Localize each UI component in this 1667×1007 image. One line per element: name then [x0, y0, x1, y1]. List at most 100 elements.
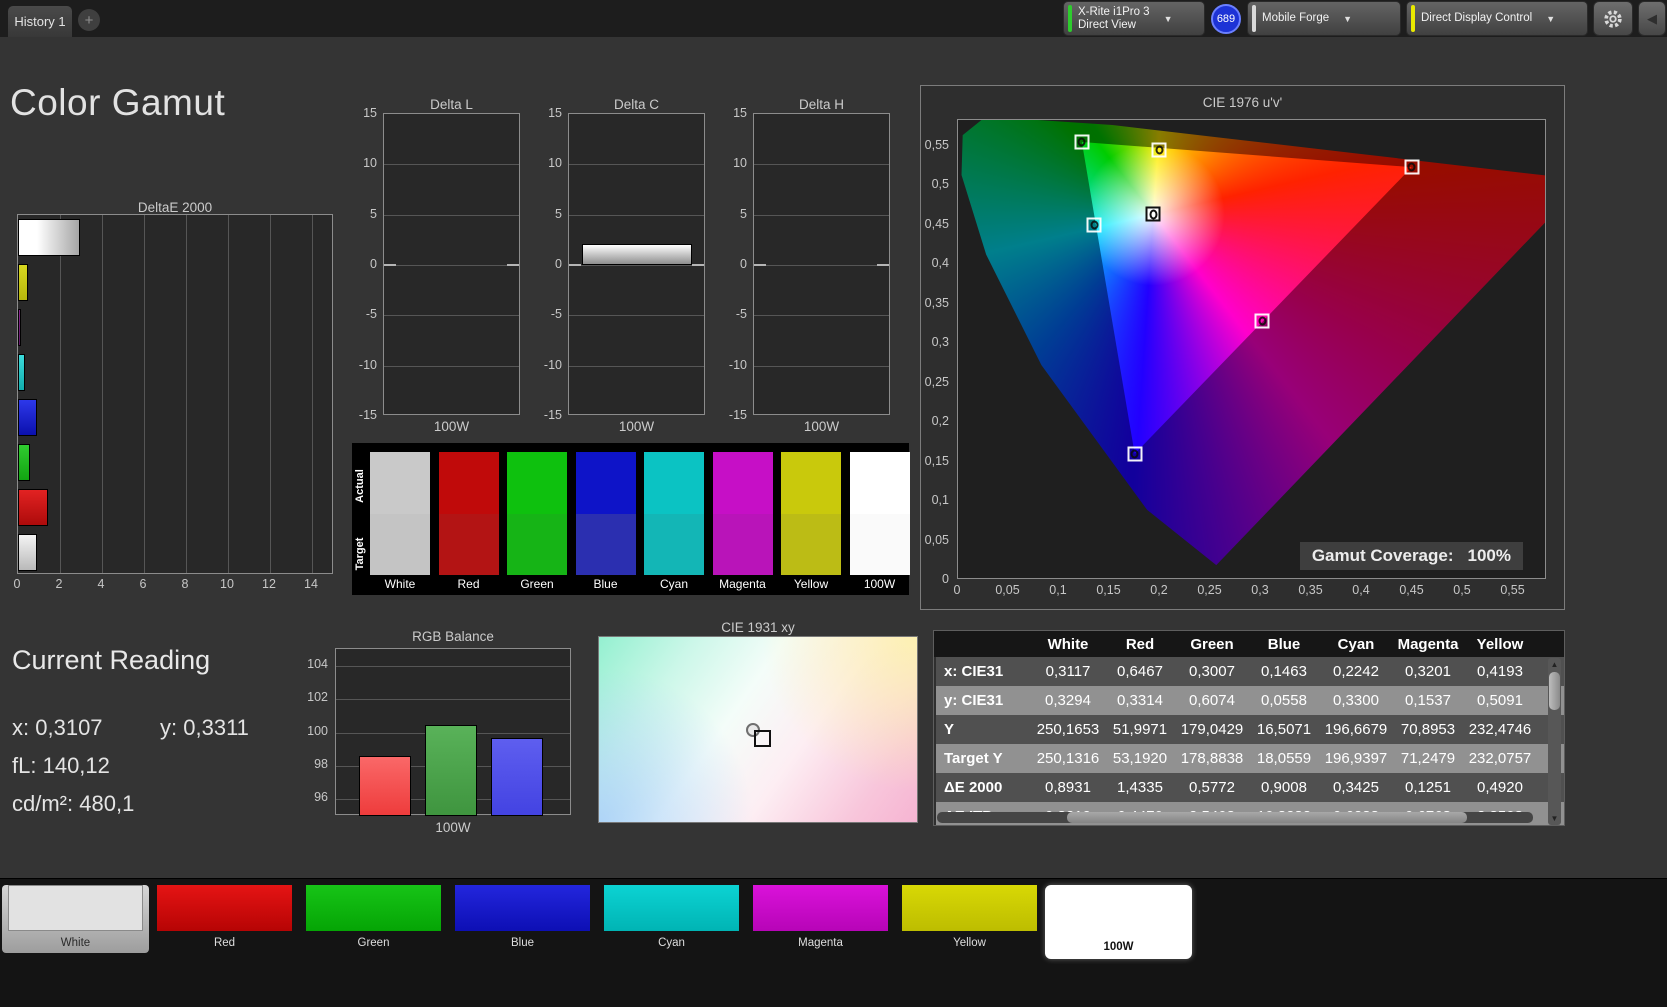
table-cell: 0,3425 [1333, 779, 1379, 796]
swatch-target [507, 513, 567, 575]
swatch-blue [575, 452, 636, 575]
deltae-chart [17, 214, 333, 574]
deltae-x-tick: 10 [220, 577, 234, 591]
swatch-actual [781, 452, 841, 514]
uv-x-tick: 0,45 [1399, 583, 1424, 597]
cie-1976-title: CIE 1976 u'v' [1202, 95, 1283, 110]
white-point-target-marker [754, 730, 771, 747]
swatch-actual [644, 452, 704, 514]
delta-y-tick: 15 [733, 106, 747, 120]
pattern-button-100w[interactable]: 100W [1045, 885, 1192, 959]
marker-dot [1077, 137, 1086, 147]
delta-y-tick: -10 [358, 357, 377, 372]
source-dropdown[interactable]: Mobile Forge ▼ [1248, 2, 1400, 35]
table-cell: 0,4920 [1477, 779, 1523, 796]
uv-y-tick: 0,15 [924, 453, 949, 468]
scroll-up-icon[interactable]: ▲ [1548, 660, 1561, 669]
reading-fl: fL: 140,12 [12, 753, 110, 778]
delta-gridline [754, 365, 889, 367]
cie-1931-plot [598, 636, 918, 823]
delta-y-tick: -5 [365, 307, 377, 322]
table-cell: 250,1316 [1036, 750, 1100, 767]
display-control-dropdown[interactable]: Direct Display Control ▼ [1407, 2, 1587, 35]
delta-y-tick: 10 [548, 156, 562, 171]
delta-y-tick: -10 [728, 357, 747, 372]
add-tab-button[interactable]: + [78, 9, 100, 31]
display-status-stripe [1411, 5, 1415, 32]
deltae-bar-100w [18, 219, 80, 256]
delta-h-title: Delta H [798, 97, 844, 112]
rgb-y-tick: 104 [307, 656, 328, 671]
horizontal-scroll-thumb[interactable] [1067, 812, 1467, 823]
swatch-green [507, 452, 567, 575]
delta-l-y-axis: 15 10 5 0 -5 -10 -15 [358, 106, 380, 422]
gamut-coverage-readout: Gamut Coverage: 100% [1299, 542, 1523, 570]
table-cell: 232,0757 [1468, 750, 1532, 767]
meter-name: X-Rite i1Pro 3 [1078, 5, 1150, 18]
source-name: Mobile Forge [1262, 12, 1330, 24]
reading-count-badge[interactable]: 689 [1211, 3, 1241, 34]
delta-y-tick: 0 [555, 256, 562, 271]
uv-y-tick: 0,55 [924, 138, 949, 152]
table-cell: 0,3314 [1117, 692, 1163, 709]
swatch-yellow [781, 452, 841, 575]
rgb-balance-title: RGB Balance [412, 629, 494, 644]
swatch-actual [370, 452, 430, 514]
rgb-balance-plot [335, 648, 571, 816]
pattern-button-cyan[interactable]: Cyan [598, 885, 745, 953]
settings-button[interactable] [1594, 2, 1632, 35]
deltae-gridline [186, 215, 187, 573]
collapse-panel-button[interactable]: ◀ [1639, 2, 1665, 35]
magenta-point-marker [1254, 313, 1270, 329]
target-row-label: Target [354, 537, 366, 571]
display-control-name: Direct Display Control [1421, 12, 1533, 24]
tab-history-1[interactable]: History 1 [8, 6, 72, 37]
table-vertical-scrollbar[interactable]: ▲ ▼ [1548, 658, 1561, 825]
scroll-down-icon[interactable]: ▼ [1548, 814, 1561, 823]
delta-l-x-label: 100W [433, 419, 470, 434]
pattern-label: Yellow [953, 937, 986, 949]
rgb-y-tick: 96 [314, 790, 328, 805]
pattern-button-green[interactable]: Green [300, 885, 447, 953]
pattern-button-blue[interactable]: Blue [449, 885, 596, 953]
yellow-point-marker [1151, 142, 1167, 158]
table-cell: 0,6074 [1189, 692, 1235, 709]
pattern-button-white[interactable]: White [2, 885, 149, 953]
rgb-bar-red [359, 755, 411, 816]
pattern-label: Blue [510, 937, 535, 949]
delta-y-tick: 15 [363, 106, 377, 120]
cie-1976-plot: Gamut Coverage: 100% [957, 119, 1546, 579]
pattern-button-yellow[interactable]: Yellow [896, 885, 1043, 953]
pattern-button-red[interactable]: Red [151, 885, 298, 953]
gamut-coverage-label: Gamut Coverage: [1311, 546, 1454, 565]
uv-y-tick: 0,5 [931, 177, 949, 192]
swatch-target [712, 513, 773, 575]
deltae-bar-blue [18, 399, 37, 436]
swatch-actual [575, 452, 636, 514]
meter-dropdown[interactable]: X-Rite i1Pro 3 Direct View ▼ [1064, 2, 1204, 35]
table-horizontal-scrollbar[interactable] [937, 812, 1533, 823]
table-cell: 196,9397 [1324, 750, 1388, 767]
delta-gridline [384, 315, 519, 317]
deltae-bar-white [18, 534, 37, 571]
deltae-x-axis: 0 2 4 6 8 10 12 14 [14, 577, 333, 593]
swatch-label: Green [520, 577, 554, 591]
table-header-cells: White Red Green Blue Cyan Magenta Yellow [936, 631, 1564, 657]
deltae-gridline [102, 215, 103, 573]
cie-1976-y-axis: 0,55 0,5 0,45 0,4 0,35 0,3 0,25 0,2 0,15 0,1 0,05 0 [921, 119, 953, 586]
marker-dot [1090, 220, 1099, 230]
table-row-target-y: Target Y 250,1316 53,1920 178,8838 18,0559 19… [936, 744, 1564, 773]
uv-x-tick: 0,35 [1298, 583, 1323, 597]
swatch-label: Red [457, 577, 480, 591]
deltae-x-tick: 2 [55, 577, 63, 591]
pattern-button-magenta[interactable]: Magenta [747, 885, 894, 953]
gear-icon [1604, 9, 1622, 28]
marker-dot [1130, 449, 1139, 459]
pattern-chip [455, 885, 590, 931]
uv-x-tick: 0,5 [1453, 583, 1471, 597]
swatch-label: 100W [863, 577, 896, 591]
actual-row-label: Actual [354, 469, 366, 503]
vertical-scroll-thumb[interactable] [1549, 672, 1560, 710]
pattern-bar: WhiteRedGreenBlueCyanMagentaYellow100W ▲… [0, 878, 1667, 1007]
delta-gridline [754, 264, 889, 266]
